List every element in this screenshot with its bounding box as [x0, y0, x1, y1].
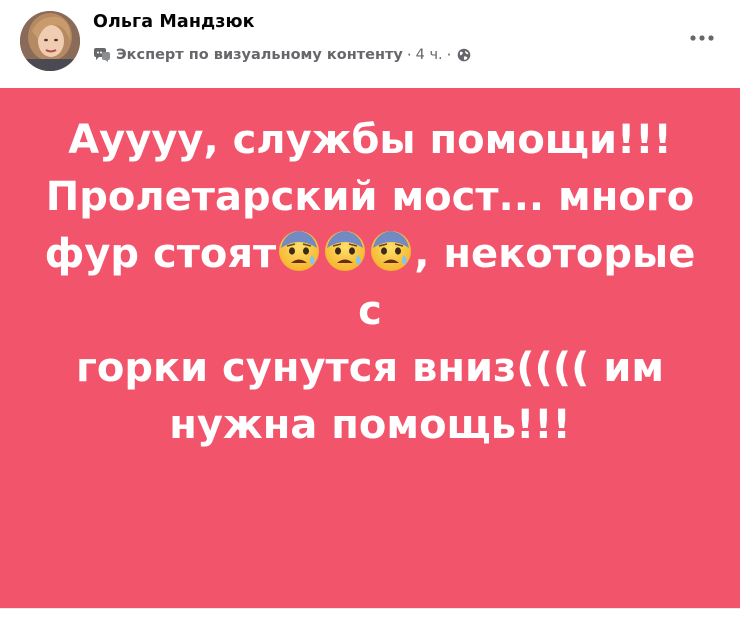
post-meta: Эксперт по визуальному контенту · 4 ч. · — [93, 45, 471, 65]
post-text-line: горки сунутся вниз(((( им — [75, 345, 665, 391]
post-text-fragment: фур стоят — [44, 231, 277, 277]
globe-icon[interactable] — [457, 48, 471, 62]
post-header: Ольга Мандзюк Эксперт по визуальному кон… — [0, 0, 740, 88]
post-text-line: Пролетарский мост... много — [45, 174, 695, 220]
post-timestamp[interactable]: 4 ч. — [416, 47, 443, 63]
avatar-photo — [20, 11, 80, 71]
meta-separator: · — [406, 46, 412, 64]
more-options-icon — [690, 35, 714, 41]
anxious-face-with-sweat-icon — [368, 228, 414, 274]
post-text-line: фур стоят , некоторые с — [30, 226, 710, 340]
post-footer-divider — [0, 608, 740, 617]
anxious-face-with-sweat-icon — [276, 228, 322, 274]
anxious-face-with-sweat-icon — [322, 228, 368, 274]
expert-badge-label[interactable]: Эксперт по визуальному контенту — [116, 47, 403, 63]
post-text-line: Ауууу, службы помощи!!! — [68, 117, 672, 163]
author-name[interactable]: Ольга Мандзюк — [93, 12, 255, 32]
more-options-button[interactable] — [684, 26, 720, 50]
author-avatar[interactable] — [20, 11, 80, 71]
meta-separator: · — [446, 46, 452, 64]
post-text: Ауууу, службы помощи!!! Пролетарский мос… — [30, 112, 710, 454]
chat-bubbles-badge-icon — [93, 47, 111, 63]
facebook-post: Ольга Мандзюк Эксперт по визуальному кон… — [0, 0, 740, 617]
post-text-line: нужна помощь!!! — [169, 402, 571, 448]
